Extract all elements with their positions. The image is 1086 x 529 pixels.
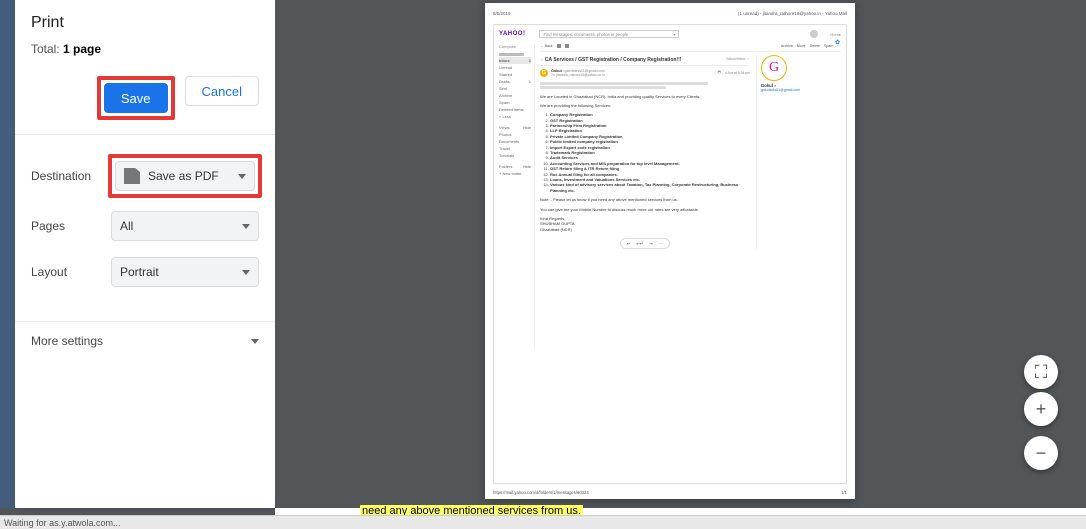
preview-footer-page: 1/1 [841, 490, 847, 495]
user-avatar-icon [810, 30, 818, 38]
yahoo-mail-shell: ✿ YAHOO! Find messages, documents, photo… [493, 24, 847, 484]
compose-button: Compose [499, 44, 531, 49]
settings-icon: ✿ [835, 39, 840, 46]
email-subject: CA Services / GST Registration / Company… [545, 57, 682, 63]
view-photos: Photos [499, 131, 531, 138]
square-icon [565, 44, 569, 48]
browser-edge-strip [0, 0, 15, 508]
sender-avatar: G [540, 69, 548, 77]
print-dialog: Print Total: 1 page Save Cancel Destinat… [15, 0, 275, 508]
folder-inbox: Inbox1 [499, 57, 531, 64]
new-folder: + New folder [499, 170, 531, 177]
square-icon [557, 44, 561, 48]
print-preview-area: 6/5/2019 (1 unread) - jitandra_rathore16… [275, 0, 1086, 508]
folder-sent: Sent [499, 85, 531, 92]
folder-less: ˄ Less [499, 113, 531, 120]
contact-panel: G Gokul ⌕ gokulsolo51@gmail.com [756, 55, 841, 249]
chevron-down-icon [242, 224, 250, 229]
folder-spam: Spam [499, 99, 531, 106]
view-tutorials: Tutorials [499, 152, 531, 159]
folder-starred: Starred [499, 71, 531, 78]
preview-header-date: 6/5/2019 [493, 11, 511, 16]
preview-header-title: (1 unread) - jitandra_rathore16@yahoo.in… [738, 11, 847, 16]
folders-header: FoldersHide [499, 163, 531, 170]
folder-tag: Yahoo/Inbox ☆ [726, 57, 750, 61]
mail-toolbar: ← Back Archive Move Delete Spam ⋯ [540, 44, 841, 52]
home-link: Home [830, 32, 841, 37]
forward-icon: ↪ [649, 241, 653, 246]
print-total: Total: 1 page [31, 42, 259, 56]
browser-status-bar: Waiting for as.y.atwola.com... [0, 515, 1086, 529]
pages-label: Pages [31, 219, 111, 233]
chevron-down-icon [251, 339, 259, 344]
folder-deleted: Deleted Items [499, 106, 531, 113]
delete-button: Delete [810, 44, 820, 48]
chevron-down-icon: ▾ [673, 32, 675, 37]
recipient: To: jitandra_rathore16@yahoo.co.in [551, 73, 606, 77]
mail-search-input: Find messages, documents, photos or peop… [539, 30, 679, 38]
views-header: ViewsHide [499, 124, 531, 131]
mail-sidebar: Compose Inbox1 Unread Starred Drafts1 Se… [499, 44, 534, 349]
destination-label: Destination [31, 169, 111, 183]
back-button: ← Back [540, 44, 553, 48]
printer-icon: 🖶 [718, 70, 722, 76]
chevron-down-icon [242, 270, 250, 275]
preview-page: 6/5/2019 (1 unread) - jitandra_rathore16… [485, 3, 855, 499]
reply-actions: ↩ ↩↩ ↪ ⋯ [620, 238, 670, 249]
move-button: Move [797, 44, 806, 48]
view-travel: Travel [499, 145, 531, 152]
cancel-button[interactable]: Cancel [185, 76, 259, 106]
print-title: Print [31, 14, 259, 32]
view-documents: Documents [499, 138, 531, 145]
email-date: 4 Jun at 6:54 pm [725, 71, 750, 75]
more-icon: ⋯ [659, 241, 663, 246]
highlight-destination: Save as PDF [108, 154, 262, 198]
highlight-save: Save [97, 76, 175, 120]
archive-button: Archive [781, 44, 793, 48]
more-settings-toggle[interactable]: More settings [15, 321, 275, 360]
folder-unread: Unread [499, 64, 531, 71]
folder-drafts: Drafts1 [499, 78, 531, 85]
save-button[interactable]: Save [104, 83, 168, 113]
spam-button: Spam [824, 44, 833, 48]
mail-body-pane: ← Back Archive Move Delete Spam ⋯ [534, 44, 841, 349]
destination-select[interactable]: Save as PDF [115, 161, 255, 191]
preview-footer-url: https://mail.yahoo.com/d/folders/1/messa… [493, 490, 589, 495]
email-body: We are Located in Ghaziabad (NCR), India… [540, 94, 750, 233]
reply-icon: ↩ [627, 241, 631, 246]
pdf-icon [124, 168, 140, 184]
yahoo-logo: YAHOO! [499, 31, 525, 37]
chevron-down-icon [238, 174, 246, 179]
zoom-out-button[interactable]: − [1024, 436, 1058, 470]
folder-archive: Archive [499, 92, 531, 99]
contact-avatar: G [761, 55, 787, 81]
layout-label: Layout [31, 265, 111, 279]
zoom-in-button[interactable]: + [1024, 392, 1058, 426]
reply-all-icon: ↩↩ [636, 241, 643, 246]
contact-email: gokulsolo51@gmail.com [761, 88, 841, 92]
layout-select[interactable]: Portrait [111, 257, 259, 287]
pages-select[interactable]: All [111, 211, 259, 241]
fit-page-button[interactable]: ⛶ [1024, 355, 1058, 389]
